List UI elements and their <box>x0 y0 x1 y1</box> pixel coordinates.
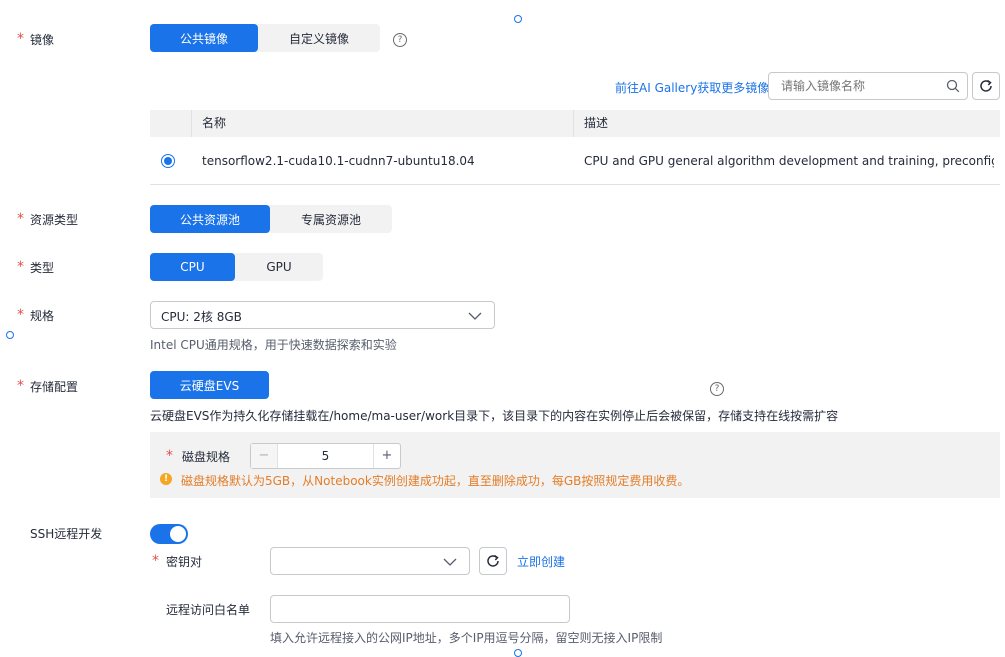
anchor-dot-top <box>514 15 522 23</box>
decrement-button[interactable]: − <box>251 444 278 468</box>
refresh-image-button[interactable] <box>972 72 1000 100</box>
public-pool-option[interactable]: 公共资源池 <box>150 205 270 233</box>
type-label: 类型 <box>30 261 55 275</box>
required-mark: * <box>17 307 24 323</box>
disk-spec-label: 磁盘规格 <box>182 450 231 464</box>
disk-size-stepper: − 5 + <box>250 443 401 469</box>
anchor-dot-left <box>6 331 14 339</box>
keypair-label: 密钥对 <box>166 555 203 569</box>
image-search-input-box <box>768 72 968 100</box>
help-icon[interactable]: ? <box>393 33 407 47</box>
row-radio[interactable] <box>161 153 175 168</box>
image-source-segment: 公共镜像 自定义镜像 <box>150 24 380 52</box>
public-image-option[interactable]: 公共镜像 <box>150 24 258 52</box>
required-mark: * <box>166 448 173 464</box>
storage-hint: 云硬盘EVS作为持久化存储挂载在/home/ma-user/work目录下，该目… <box>150 409 839 423</box>
type-segment: CPU GPU <box>150 253 323 281</box>
resource-type-label: 资源类型 <box>30 213 79 227</box>
row-image-description: CPU and GPU general algorithm developmen… <box>584 153 994 168</box>
spec-select-value: CPU: 2核 8GB <box>161 310 242 324</box>
evs-option[interactable]: 云硬盘EVS <box>150 371 269 399</box>
table-row[interactable]: tensorflow2.1-cuda10.1-cudnn7-ubuntu18.0… <box>150 137 1000 185</box>
column-header-name: 名称 <box>192 110 574 137</box>
help-icon[interactable]: ? <box>710 382 724 396</box>
refresh-icon <box>980 79 992 92</box>
ssh-toggle[interactable] <box>150 524 188 544</box>
warning-icon: ! <box>160 473 172 485</box>
required-mark: * <box>17 31 24 47</box>
whitelist-hint: 填入允许远程接入的公网IP地址，多个IP用逗号分隔，留空则无接入IP限制 <box>270 631 663 645</box>
required-mark: * <box>17 211 24 227</box>
gpu-option[interactable]: GPU <box>235 253 323 281</box>
spec-label: 规格 <box>30 309 55 323</box>
disk-warning-text: 磁盘规格默认为5GB，从Notebook实例创建成功起，直至删除成功，每GB按照… <box>181 474 690 488</box>
spec-select[interactable]: CPU: 2核 8GB <box>150 301 495 329</box>
refresh-keypair-button[interactable] <box>479 547 507 575</box>
dedicated-pool-option[interactable]: 专属资源池 <box>270 205 392 233</box>
resource-type-segment: 公共资源池 专属资源池 <box>150 205 392 233</box>
ssh-label: SSH远程开发 <box>30 527 103 541</box>
storage-label: 存储配置 <box>30 380 79 394</box>
required-mark: * <box>17 259 24 275</box>
cpu-option[interactable]: CPU <box>150 253 235 281</box>
search-icon[interactable] <box>946 79 960 93</box>
image-search-input[interactable] <box>779 78 938 94</box>
required-mark: * <box>152 553 159 569</box>
required-mark: * <box>17 378 24 394</box>
column-header-description: 描述 <box>584 116 609 130</box>
create-keypair-link[interactable]: 立即创建 <box>517 553 565 570</box>
chevron-down-icon <box>443 558 457 566</box>
disk-size-value[interactable]: 5 <box>278 444 373 468</box>
whitelist-input[interactable] <box>270 595 570 623</box>
ai-gallery-link[interactable]: 前往AI Gallery获取更多镜像 <box>615 79 769 96</box>
custom-image-option[interactable]: 自定义镜像 <box>258 24 380 52</box>
anchor-dot-bottom <box>514 649 522 657</box>
row-image-name: tensorflow2.1-cuda10.1-cudnn7-ubuntu18.0… <box>202 153 475 168</box>
whitelist-label: 远程访问白名单 <box>166 603 251 617</box>
spec-hint: Intel CPU通用规格，用于快速数据探索和实验 <box>150 338 397 352</box>
image-label: 镜像 <box>30 33 55 47</box>
table-header: 名称 描述 <box>150 110 1000 137</box>
disk-spec-panel: * 磁盘规格 − 5 + ! 磁盘规格默认为5GB，从Notebook实例创建成… <box>150 432 1000 498</box>
chevron-down-icon <box>468 312 482 320</box>
keypair-select[interactable] <box>270 547 470 575</box>
image-table: 名称 描述 tensorflow2.1-cuda10.1-cudnn7-ubun… <box>150 110 1000 185</box>
increment-button[interactable]: + <box>373 444 400 468</box>
refresh-icon <box>487 554 499 567</box>
